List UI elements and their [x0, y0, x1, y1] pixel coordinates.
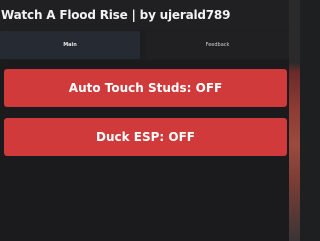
tab-main-label: Main [63, 42, 77, 48]
auto-touch-studs-toggle-button[interactable]: Auto Touch Studs: OFF [4, 69, 287, 107]
main-tab-content: Auto Touch Studs: OFF Duck ESP: OFF [0, 60, 289, 241]
screen: Watch A Flood Rise | by ujerald789 Main … [0, 0, 300, 241]
title-bar[interactable]: Watch A Flood Rise | by ujerald789 [0, 0, 289, 30]
auto-touch-studs-label: Auto Touch Studs: OFF [68, 81, 223, 95]
duck-esp-label: Duck ESP: OFF [96, 130, 195, 144]
script-window: Watch A Flood Rise | by ujerald789 Main … [0, 0, 289, 241]
duck-esp-toggle-button[interactable]: Duck ESP: OFF [4, 118, 287, 156]
tab-feedback-label: Feedback [205, 42, 230, 48]
tab-main[interactable]: Main [0, 31, 140, 59]
game-backdrop [289, 0, 300, 241]
window-title: Watch A Flood Rise | by ujerald789 [1, 8, 231, 22]
tab-feedback[interactable]: Feedback [146, 31, 289, 59]
tab-bar: Main Feedback [0, 30, 289, 60]
